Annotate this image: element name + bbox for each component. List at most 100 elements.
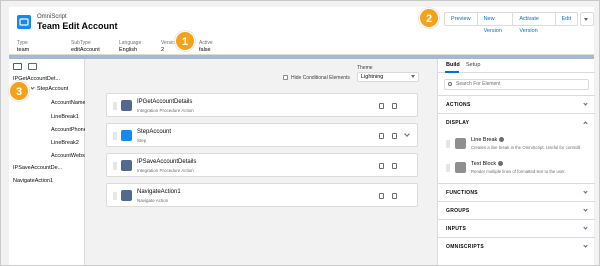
section-label: ACTIONS (446, 102, 471, 108)
theme-label: Theme (357, 65, 373, 71)
tree-view-icon[interactable] (13, 63, 22, 70)
drag-handle-icon[interactable] (446, 140, 450, 148)
drag-handle-icon[interactable] (446, 164, 450, 172)
element-type: Step (137, 138, 147, 143)
tab-setup[interactable]: Setup (466, 62, 480, 68)
integration-procedure-icon (121, 100, 132, 111)
more-actions-button[interactable] (580, 12, 594, 26)
delete-icon[interactable] (392, 193, 397, 199)
callout-badge: 3 (9, 81, 29, 101)
drag-handle-icon[interactable] (113, 132, 117, 140)
element-name: IPGetAccountDetails (137, 99, 193, 105)
activate-version-button[interactable]: Activate Version (512, 12, 556, 34)
element-card[interactable]: IPGetAccountDetails Integration Procedur… (106, 93, 418, 117)
meta-subtype: SubType editAccount (71, 40, 100, 53)
section-label: INPUTS (446, 226, 467, 232)
section-label[interactable]: DISPLAY (446, 120, 469, 126)
text-block-icon (455, 162, 466, 173)
meta-language: Language English (119, 40, 141, 53)
palette-tabs: Build Setup (438, 59, 595, 73)
integration-procedure-icon (121, 160, 132, 171)
meta-key: Active (199, 40, 213, 46)
chevron-down-icon (583, 225, 588, 230)
chevron-down-icon (411, 75, 415, 78)
drag-handle-icon[interactable] (113, 192, 117, 200)
palette-item-line-break[interactable]: Line Break Creates a line break in the O… (446, 134, 590, 154)
drag-handle-icon[interactable] (113, 102, 117, 110)
chevron-down-icon (31, 86, 35, 90)
chevron-down-icon[interactable] (404, 131, 410, 137)
chevron-down-icon (583, 101, 588, 106)
step-icon (121, 130, 132, 141)
omniscript-canvas: Hide Conditional Elements Theme Lightnin… (85, 59, 437, 265)
callout-badge: 1 (175, 31, 195, 51)
omniscript-designer: OmniScript Team Edit Account Type team S… (0, 0, 600, 266)
meta-type: Type team (17, 40, 29, 53)
tree-item[interactable]: LineBreak1 (51, 114, 79, 120)
tab-build[interactable]: Build (446, 62, 460, 68)
tree-item[interactable]: AccountPhone (51, 127, 87, 133)
omniscript-app-icon (17, 15, 31, 29)
meta-active: Active false (199, 40, 213, 53)
info-icon[interactable] (499, 137, 505, 143)
header-button-group: Preview New Version Activate Version Edi… (444, 12, 594, 34)
chevron-down-icon (583, 243, 588, 248)
meta-value: editAccount (71, 47, 100, 53)
element-card[interactable]: IPSaveAccountDetails Integration Procedu… (106, 153, 418, 177)
new-version-button[interactable]: New Version (476, 12, 514, 34)
delete-icon[interactable] (392, 103, 397, 109)
structure-view-toggle (13, 63, 37, 70)
panel-view-icon[interactable] (28, 63, 37, 70)
meta-value: team (17, 47, 30, 53)
section-actions[interactable]: ACTIONS (438, 95, 595, 113)
search-placeholder: Search For Element (456, 81, 501, 87)
chevron-down-icon (583, 207, 588, 212)
chevron-up-icon[interactable] (583, 121, 588, 126)
meta-value: English (119, 47, 138, 53)
clone-icon[interactable] (379, 163, 384, 169)
element-card[interactable]: NavigateAction1 Navigate Action (106, 183, 418, 207)
active-tab-indicator (445, 71, 459, 73)
header: OmniScript Team Edit Account Type team S… (9, 7, 594, 55)
chevron-down-icon (584, 18, 588, 21)
meta-value: false (199, 47, 211, 53)
palette-item-label: Line Break (471, 137, 498, 143)
clone-icon[interactable] (379, 103, 384, 109)
info-icon[interactable] (498, 161, 504, 167)
checkbox[interactable] (283, 75, 288, 81)
palette-item-text-block[interactable]: Text Block Render multiple lines of form… (446, 158, 590, 178)
section-groups[interactable]: GROUPS (438, 201, 595, 219)
delete-icon[interactable] (392, 163, 397, 169)
palette-item-description: Render multiple lines of formatted text … (471, 169, 566, 174)
tree-item[interactable]: AccountName (51, 100, 86, 106)
theme-select[interactable]: Lightning (357, 72, 419, 82)
line-break-icon (455, 138, 466, 149)
drag-handle-icon[interactable] (113, 162, 117, 170)
section-inputs[interactable]: INPUTS (438, 219, 595, 237)
section-functions[interactable]: FUNCTIONS (438, 183, 595, 201)
clone-icon[interactable] (379, 193, 384, 199)
tree-item[interactable]: NavigateAction1 (13, 178, 83, 184)
element-search-input[interactable]: Search For Element (444, 79, 589, 90)
edit-button[interactable]: Edit (554, 12, 578, 26)
section-label: GROUPS (446, 208, 470, 214)
tree-item-step[interactable]: StepAccount (31, 86, 83, 92)
tree-item[interactable]: LineBreak2 (51, 140, 79, 146)
element-card[interactable]: StepAccount Step (106, 123, 418, 147)
palette-item-name: Line Break (471, 137, 505, 143)
section-label: OMNISCRIPTS (446, 244, 485, 250)
meta-key: SubType (71, 40, 91, 46)
section-label: FUNCTIONS (446, 190, 478, 196)
section-display: DISPLAY Line Break Creates a line break … (438, 113, 595, 183)
theme-value: Lightning (361, 74, 384, 80)
section-omniscripts[interactable]: OMNISCRIPTS (438, 237, 595, 255)
meta-value: 2 (161, 47, 165, 53)
delete-icon[interactable] (392, 133, 397, 139)
tree-item[interactable]: IPSaveAccountDe... (13, 165, 83, 171)
preview-button[interactable]: Preview (444, 12, 478, 26)
hide-conditional-toggle[interactable]: Hide Conditional Elements (283, 75, 350, 81)
meta-key: Language (119, 40, 142, 46)
tree-item-label: StepAccount (37, 86, 69, 92)
palette-item-name: Text Block (471, 161, 504, 167)
clone-icon[interactable] (379, 133, 384, 139)
